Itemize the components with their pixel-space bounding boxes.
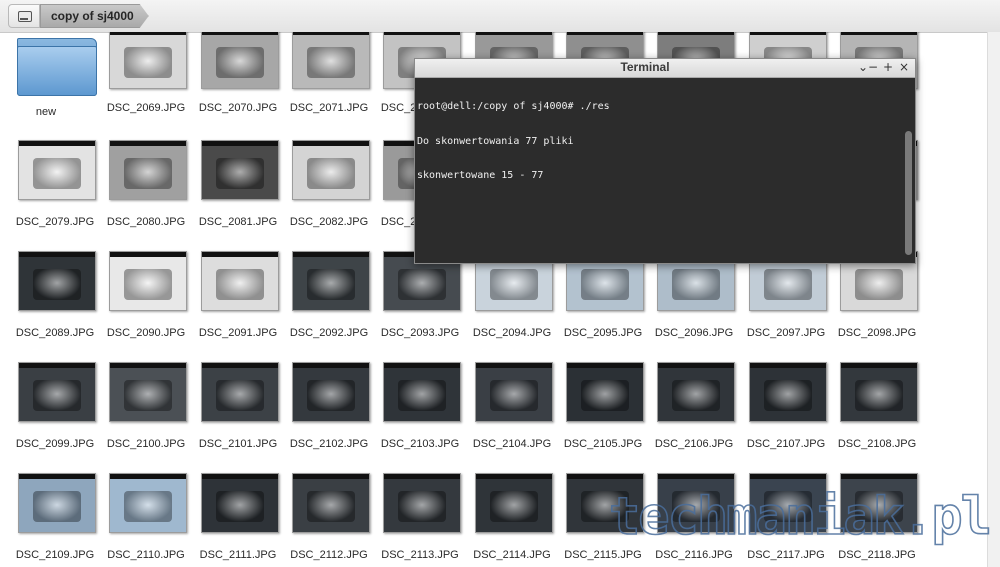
image-thumbnail (109, 251, 187, 311)
file-item[interactable]: DSC_2107.JPG (740, 362, 830, 472)
file-item[interactable]: DSC_2112.JPG (283, 473, 373, 567)
terminal-line: Do skonwertowania 77 pliki (417, 135, 574, 147)
file-item[interactable]: DSC_2090.JPG (100, 251, 190, 361)
path-bar: copy of sj4000 (0, 0, 1000, 33)
image-thumbnail (292, 473, 370, 533)
file-item[interactable]: DSC_2106.JPG (648, 362, 738, 472)
image-thumbnail (109, 362, 187, 422)
breadcrumb-current-folder[interactable]: copy of sj4000 (40, 4, 149, 28)
file-label: DSC_2108.JPG (837, 438, 917, 450)
file-item[interactable]: DSC_2070.JPG (192, 32, 282, 139)
file-item[interactable]: DSC_2110.JPG (100, 473, 190, 567)
image-thumbnail (201, 140, 279, 200)
image-thumbnail (201, 362, 279, 422)
file-item[interactable]: DSC_2097.JPG (740, 251, 830, 361)
file-item[interactable]: DSC_2104.JPG (466, 362, 556, 472)
file-label: DSC_2118.JPG (838, 549, 916, 561)
file-item[interactable]: DSC_2071.JPG (283, 32, 373, 139)
file-item[interactable]: DSC_2081.JPG (192, 140, 282, 250)
terminal-scrollbar-thumb[interactable] (905, 131, 912, 255)
image-thumbnail (18, 473, 96, 533)
terminal-titlebar[interactable]: Terminal ⌄ − + × (415, 59, 915, 78)
image-thumbnail (749, 362, 827, 422)
file-item[interactable]: DSC_2089.JPG (9, 251, 99, 361)
image-thumbnail (292, 362, 370, 422)
file-item[interactable]: DSC_2113.JPG (374, 473, 464, 567)
file-item[interactable]: DSC_2069.JPG (100, 32, 190, 139)
terminal-output[interactable]: root@dell:/copy of sj4000# ./res Do skon… (417, 78, 899, 261)
watermark-logo: techmaniak.pl (608, 488, 993, 548)
image-thumbnail (383, 473, 461, 533)
image-thumbnail (657, 362, 735, 422)
image-thumbnail (292, 251, 370, 311)
maximize-button[interactable]: + (881, 60, 895, 75)
file-item[interactable]: DSC_2091.JPG (192, 251, 282, 361)
file-item[interactable]: DSC_2101.JPG (192, 362, 282, 472)
image-thumbnail (840, 362, 918, 422)
svg-text:techmaniak.pl: techmaniak.pl (609, 488, 990, 547)
file-item[interactable]: DSC_2095.JPG (557, 251, 647, 361)
folder-icon (17, 32, 97, 96)
file-label: DSC_2098.JPG (837, 327, 917, 339)
image-thumbnail (475, 473, 553, 533)
drive-button[interactable] (8, 4, 40, 28)
image-thumbnail (566, 362, 644, 422)
image-thumbnail (292, 32, 370, 89)
image-thumbnail (475, 362, 553, 422)
terminal-title: Terminal (620, 60, 670, 74)
file-item[interactable]: DSC_2108.JPG (831, 362, 921, 472)
file-item[interactable]: DSC_2102.JPG (283, 362, 373, 472)
image-thumbnail (201, 473, 279, 533)
folder-label: new (35, 106, 57, 118)
image-thumbnail (292, 140, 370, 200)
file-item[interactable]: DSC_2094.JPG (466, 251, 556, 361)
grid-scrollbar[interactable] (987, 32, 1000, 567)
terminal-line: skonwertowane 15 - 77 (417, 170, 544, 181)
file-item[interactable]: DSC_2093.JPG (374, 251, 464, 361)
minimize-button[interactable]: − (866, 60, 880, 75)
file-item[interactable]: DSC_2114.JPG (466, 473, 556, 567)
file-item[interactable]: DSC_2079.JPG (9, 140, 99, 250)
file-item[interactable]: DSC_2105.JPG (557, 362, 647, 472)
file-item[interactable]: DSC_2100.JPG (100, 362, 190, 472)
file-item[interactable]: DSC_2092.JPG (283, 251, 373, 361)
folder-item-new[interactable]: new (0, 32, 97, 142)
file-item[interactable]: DSC_2109.JPG (9, 473, 99, 567)
terminal-line: root@dell:/copy of sj4000# ./res (417, 101, 610, 112)
close-button[interactable]: × (897, 60, 911, 75)
drive-icon (18, 11, 32, 22)
image-thumbnail (109, 140, 187, 200)
file-item[interactable]: DSC_2103.JPG (374, 362, 464, 472)
image-thumbnail (109, 32, 187, 89)
file-item[interactable]: DSC_2080.JPG (100, 140, 190, 250)
file-item[interactable]: DSC_2096.JPG (648, 251, 738, 361)
file-item[interactable]: DSC_2082.JPG (283, 140, 373, 250)
image-thumbnail (18, 140, 96, 200)
file-item[interactable]: DSC_2098.JPG (831, 251, 921, 361)
file-item[interactable]: DSC_2099.JPG (9, 362, 99, 472)
image-thumbnail (201, 32, 279, 89)
terminal-window[interactable]: Terminal ⌄ − + × root@dell:/copy of sj40… (414, 58, 916, 264)
image-thumbnail (201, 251, 279, 311)
image-thumbnail (109, 473, 187, 533)
file-item[interactable]: DSC_2111.JPG (192, 473, 282, 567)
image-thumbnail (383, 362, 461, 422)
image-thumbnail (18, 362, 96, 422)
image-thumbnail (18, 251, 96, 311)
